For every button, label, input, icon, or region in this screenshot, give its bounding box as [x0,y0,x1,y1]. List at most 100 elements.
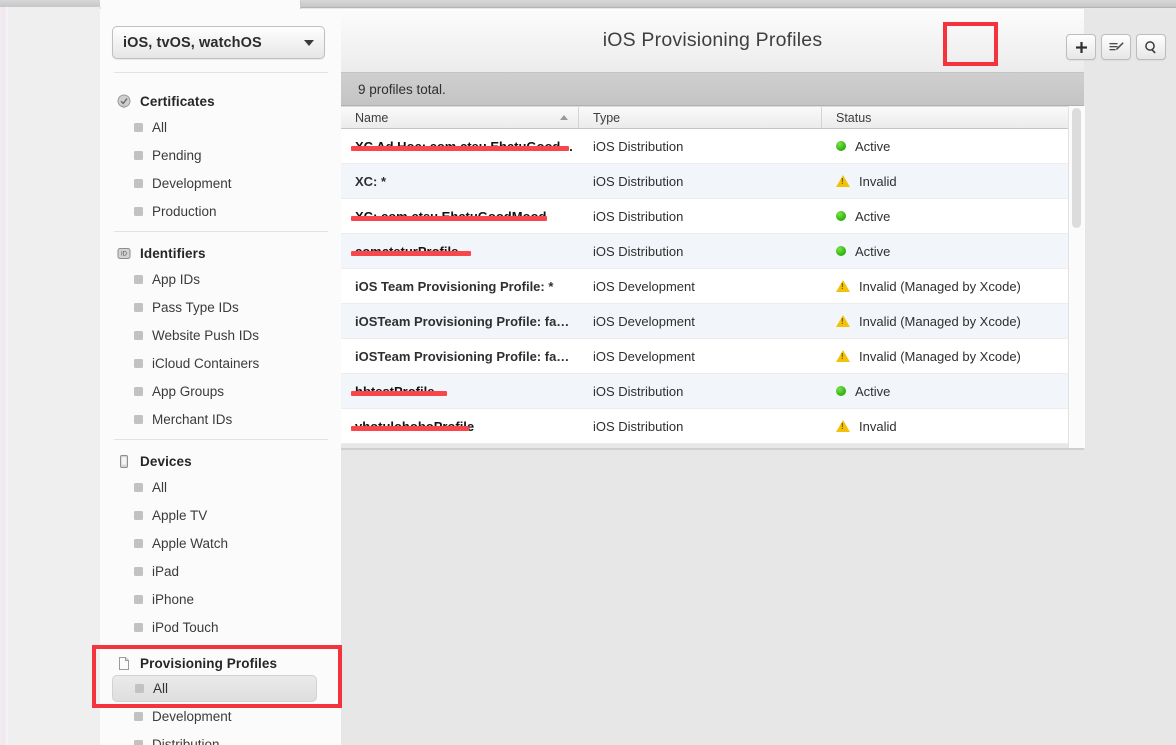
sidebar-item-label: All [153,681,169,696]
sidebar-item-label: Pass Type IDs [152,299,239,315]
bullet-icon [134,739,143,745]
sidebar-item-apple-tv[interactable]: Apple TV [100,501,341,529]
sidebar-item-label: Production [152,203,217,219]
sidebar-item-certificates-pending[interactable]: Pending [100,141,341,169]
sidebar-item-iphone[interactable]: iPhone [100,585,341,613]
add-profile-button[interactable] [1066,34,1096,60]
profile-name-cell: comcteturProfile [341,244,579,259]
table-row[interactable]: XC: com.cteu.EhctuGoodMood iOS Distribut… [341,199,1084,234]
table-scrollbar-thumb[interactable] [1072,108,1081,228]
warning-triangle-icon [836,315,850,327]
column-header-label: Type [593,110,621,125]
sidebar-group-title: Identifiers [140,245,206,261]
sidebar-item-website-push-ids[interactable]: Website Push IDs [100,321,341,349]
sidebar-group-title: Certificates [140,93,215,109]
sidebar-item-ipad[interactable]: iPad [100,557,341,585]
sidebar-item-provisioning-profiles-all[interactable]: All [112,675,317,702]
certificate-seal-icon [117,94,131,109]
platform-dropdown-label: iOS, tvOS, watchOS [123,34,262,51]
sidebar-group-certificates: Certificates All Pending Development Pro… [100,89,341,225]
profile-name: comcteturProfile [350,243,472,259]
profile-type-cell: iOS Development [593,313,695,329]
warning-triangle-icon [836,350,850,362]
sidebar-item-label: Development [152,708,232,724]
profile-status-cell: Invalid (Managed by Xcode) [822,279,1066,294]
sidebar-group-header-devices[interactable]: Devices [100,449,341,473]
green-dot-icon [836,386,846,396]
profile-name-cell: iOSTeam Provisioning Profile: fa… [341,314,579,329]
sidebar-group-devices: Devices All Apple TV Apple Watch iPad iP… [100,449,341,641]
column-header-label: Name [355,110,389,125]
profile-status-cell: Invalid (Managed by Xcode) [822,314,1066,329]
sidebar-item-app-ids[interactable]: App IDs [100,265,341,293]
main-content: iOS Provisioning Profiles 9 profiles tot… [341,9,1176,745]
sidebar-item-ipod-touch[interactable]: iPod Touch [100,613,341,641]
sidebar-item-pass-type-ids[interactable]: Pass Type IDs [100,293,341,321]
sidebar-item-icloud-containers[interactable]: iCloud Containers [100,349,341,377]
sidebar-group-header-provisioning-profiles[interactable]: Provisioning Profiles [100,651,341,675]
warning-triangle-icon [836,420,850,432]
profile-name: hbtestProfile [350,383,448,399]
profile-name-cell: XC: com.cteu.EhctuGoodMood [341,209,579,224]
sidebar-item-merchant-ids[interactable]: Merchant IDs [100,405,341,433]
device-phone-icon [117,454,131,469]
window-left-pane [8,7,101,745]
sidebar-group-identifiers: ID Identifiers App IDs Pass Type IDs Web… [100,241,341,433]
sidebar-group-header-certificates[interactable]: Certificates [100,89,341,113]
profile-name-cell: iOSTeam Provisioning Profile: fa… [341,349,579,364]
column-header-name[interactable]: Name [341,107,579,128]
profile-type-cell: iOS Distribution [593,243,684,259]
bullet-icon [135,684,144,693]
sidebar-item-certificates-all[interactable]: All [100,113,341,141]
profile-status-label: Invalid (Managed by Xcode) [859,278,1021,294]
table-scrollbar[interactable] [1068,106,1085,448]
green-dot-icon [836,141,846,151]
table-row[interactable]: comcteturProfile iOS Distribution Active [341,234,1084,269]
profile-name: vhotulohoboProfile [350,418,475,434]
warning-triangle-icon [836,280,850,292]
profile-status-cell: Active [822,244,1066,259]
profile-status-cell: Active [822,139,1066,154]
sidebar-group-header-identifiers[interactable]: ID Identifiers [100,241,341,265]
profile-status-label: Active [855,138,891,154]
sidebar-divider [114,439,328,440]
table-row[interactable]: XC: * iOS Distribution Invalid [341,164,1084,199]
table-row[interactable]: iOS Team Provisioning Profile: * iOS Dev… [341,269,1084,304]
sidebar-divider [114,648,328,649]
search-button[interactable] [1136,34,1166,60]
profile-name: iOS Team Provisioning Profile: * [355,278,554,294]
sidebar-item-devices-all[interactable]: All [100,473,341,501]
bullet-icon [134,122,143,132]
sidebar-item-provisioning-profiles-development[interactable]: Development [100,702,341,730]
table-row[interactable]: XC Ad Hoc: com.cteu.EhctuGood… iOS Distr… [341,129,1084,164]
table-row[interactable]: iOSTeam Provisioning Profile: fa… iOS De… [341,304,1084,339]
svg-text:ID: ID [121,251,128,257]
sidebar-item-label: App Groups [152,383,225,399]
sidebar-item-label: iCloud Containers [152,355,260,371]
edit-profiles-button[interactable] [1101,34,1131,60]
profile-name-cell: hbtestProfile [341,384,579,399]
profile-type-cell: iOS Distribution [593,208,684,224]
profile-type-cell: iOS Development [593,348,695,364]
sidebar-item-certificates-production[interactable]: Production [100,197,341,225]
profile-status-label: Active [855,243,891,259]
sidebar-item-apple-watch[interactable]: Apple Watch [100,529,341,557]
table-row[interactable]: hbtestProfile iOS Distribution Active [341,374,1084,409]
column-header-type[interactable]: Type [579,107,822,128]
sidebar-item-certificates-development[interactable]: Development [100,169,341,197]
bullet-icon [134,566,143,576]
profile-name-cell: XC: * [341,174,579,189]
table-row[interactable]: iOSTeam Provisioning Profile: fa… iOS De… [341,339,1084,374]
column-header-status[interactable]: Status [822,107,1066,128]
window-tab-strip[interactable] [100,0,301,9]
sidebar-item-app-groups[interactable]: App Groups [100,377,341,405]
profile-type-cell: iOS Distribution [593,418,684,434]
bullet-icon [134,386,143,396]
table-row[interactable]: vhotulohoboProfile iOS Distribution Inva… [341,409,1084,444]
sidebar-item-label: Pending [152,147,202,163]
id-badge-icon: ID [117,246,131,261]
profile-name-cell: vhotulohoboProfile [341,419,579,434]
profile-type-cell: iOS Distribution [593,173,684,189]
platform-dropdown[interactable]: iOS, tvOS, watchOS [112,26,325,59]
sidebar-item-provisioning-profiles-distribution[interactable]: Distribution [100,730,341,745]
